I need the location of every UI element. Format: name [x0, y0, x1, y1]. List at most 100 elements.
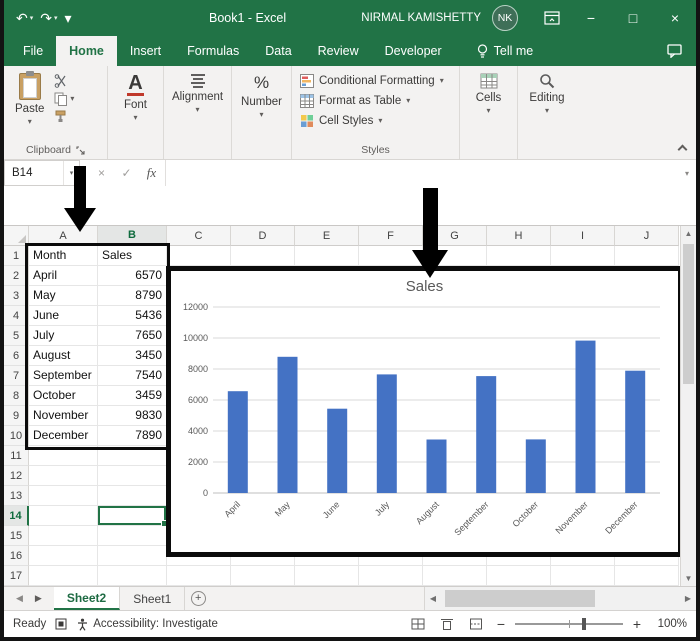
cell-A8[interactable]: October [29, 386, 98, 406]
formula-input[interactable] [165, 160, 678, 186]
cell-B4[interactable]: 5436 [98, 306, 167, 326]
chart-bar[interactable] [277, 356, 298, 493]
cell-B17[interactable] [98, 566, 167, 586]
cell-C17[interactable] [167, 566, 231, 586]
comments-button[interactable] [667, 36, 682, 66]
cell-B16[interactable] [98, 546, 167, 566]
cell-D1[interactable] [231, 246, 295, 266]
zoom-thumb[interactable] [581, 618, 586, 630]
column-header-D[interactable]: D [231, 226, 295, 246]
cell-A15[interactable] [29, 526, 98, 546]
cell-F17[interactable] [359, 566, 423, 586]
cell-B6[interactable]: 3450 [98, 346, 167, 366]
maximize-button[interactable]: □ [612, 0, 654, 36]
scroll-left-icon[interactable]: ◀ [425, 587, 441, 610]
minimize-button[interactable]: − [570, 0, 612, 36]
cell-A12[interactable] [29, 466, 98, 486]
column-header-C[interactable]: C [167, 226, 231, 246]
vertical-scrollbar[interactable]: ▲ ▼ [680, 226, 696, 586]
cell-B3[interactable]: 8790 [98, 286, 167, 306]
cell-A17[interactable] [29, 566, 98, 586]
cell-B2[interactable]: 6570 [98, 266, 167, 286]
cell-A10[interactable]: December [29, 426, 98, 446]
accessibility-status[interactable]: Accessibility: Investigate [76, 618, 218, 631]
cell-A14[interactable] [29, 506, 98, 526]
cell-A11[interactable] [29, 446, 98, 466]
chart-bar[interactable] [575, 340, 596, 493]
cell-styles-button[interactable]: Cell Styles ▾ [295, 111, 456, 131]
row-header-6[interactable]: 6 [4, 346, 29, 366]
scroll-down-icon[interactable]: ▼ [685, 574, 693, 583]
tell-me-button[interactable]: Tell me [465, 36, 546, 66]
row-header-8[interactable]: 8 [4, 386, 29, 406]
ribbon-display-options-button[interactable] [534, 0, 570, 36]
cell-B9[interactable]: 9830 [98, 406, 167, 426]
cell-C1[interactable] [167, 246, 231, 266]
cell-B5[interactable]: 7650 [98, 326, 167, 346]
cell-G17[interactable] [423, 566, 487, 586]
scroll-up-icon[interactable]: ▲ [685, 229, 693, 238]
cell-D17[interactable] [231, 566, 295, 586]
page-break-view-button[interactable] [465, 614, 487, 634]
scroll-right-icon[interactable]: ▶ [680, 587, 696, 610]
chart-bar[interactable] [327, 408, 348, 493]
cell-A13[interactable] [29, 486, 98, 506]
paste-button[interactable]: Paste ▾ [7, 68, 52, 126]
sheet-tab-sheet2[interactable]: Sheet2 [53, 587, 121, 610]
next-sheet-icon[interactable]: ▶ [35, 593, 42, 604]
row-header-17[interactable]: 17 [4, 566, 29, 586]
cell-A1[interactable]: Month [29, 246, 98, 266]
row-header-15[interactable]: 15 [4, 526, 29, 546]
prev-sheet-icon[interactable]: ◀ [16, 593, 23, 604]
cell-I17[interactable] [551, 566, 615, 586]
format-as-table-button[interactable]: Format as Table ▾ [295, 91, 456, 111]
column-header-E[interactable]: E [295, 226, 359, 246]
cell-B14[interactable] [98, 506, 168, 527]
row-header-2[interactable]: 2 [4, 266, 29, 286]
font-button[interactable]: A Font ▾ [111, 68, 160, 122]
sheet-tab-sheet1[interactable]: Sheet1 [120, 587, 186, 610]
cut-button[interactable] [54, 74, 74, 88]
cell-A7[interactable]: September [29, 366, 98, 386]
cell-A2[interactable]: April [29, 266, 98, 286]
chart-bar[interactable] [625, 370, 646, 493]
close-button[interactable]: × [654, 0, 696, 36]
cell-B1[interactable]: Sales [98, 246, 167, 266]
cell-J17[interactable] [615, 566, 679, 586]
tab-insert[interactable]: Insert [117, 36, 174, 66]
chart-bar[interactable] [227, 391, 248, 493]
customize-qat-button[interactable]: ▾ [63, 9, 74, 28]
select-all-corner[interactable] [4, 226, 29, 246]
horizontal-scrollbar[interactable]: ◀ ▶ [424, 587, 696, 610]
cell-B15[interactable] [98, 526, 167, 546]
dialog-launcher-icon[interactable] [76, 145, 85, 155]
vertical-scroll-thumb[interactable] [683, 244, 694, 384]
page-layout-view-button[interactable] [436, 614, 458, 634]
zoom-in-button[interactable]: + [630, 616, 644, 632]
chart-bar[interactable] [426, 439, 447, 494]
row-header-5[interactable]: 5 [4, 326, 29, 346]
alignment-button[interactable]: Alignment ▾ [167, 68, 228, 114]
column-header-I[interactable]: I [551, 226, 615, 246]
row-header-16[interactable]: 16 [4, 546, 29, 566]
zoom-out-button[interactable]: − [494, 616, 508, 632]
row-header-12[interactable]: 12 [4, 466, 29, 486]
redo-button[interactable]: ↷ ▾ [38, 9, 59, 28]
sales-chart-frame[interactable]: Sales 0 2000 4000 6000 8000 10000 12000 April Ma… [166, 266, 683, 557]
zoom-level[interactable]: 100% [651, 618, 687, 630]
cell-B11[interactable] [98, 446, 167, 466]
avatar[interactable]: NK [492, 5, 518, 31]
row-header-13[interactable]: 13 [4, 486, 29, 506]
enter-icon[interactable]: ✓ [115, 166, 138, 180]
cell-A6[interactable]: August [29, 346, 98, 366]
tab-home[interactable]: Home [56, 36, 117, 66]
chart-bar[interactable] [525, 439, 546, 493]
row-header-10[interactable]: 10 [4, 426, 29, 446]
column-header-H[interactable]: H [487, 226, 551, 246]
tab-file[interactable]: File [10, 36, 56, 66]
cell-A16[interactable] [29, 546, 98, 566]
collapse-ribbon-icon[interactable] [677, 144, 688, 155]
editing-button[interactable]: Editing ▾ [521, 68, 573, 115]
cell-E1[interactable] [295, 246, 359, 266]
cell-B8[interactable]: 3459 [98, 386, 167, 406]
